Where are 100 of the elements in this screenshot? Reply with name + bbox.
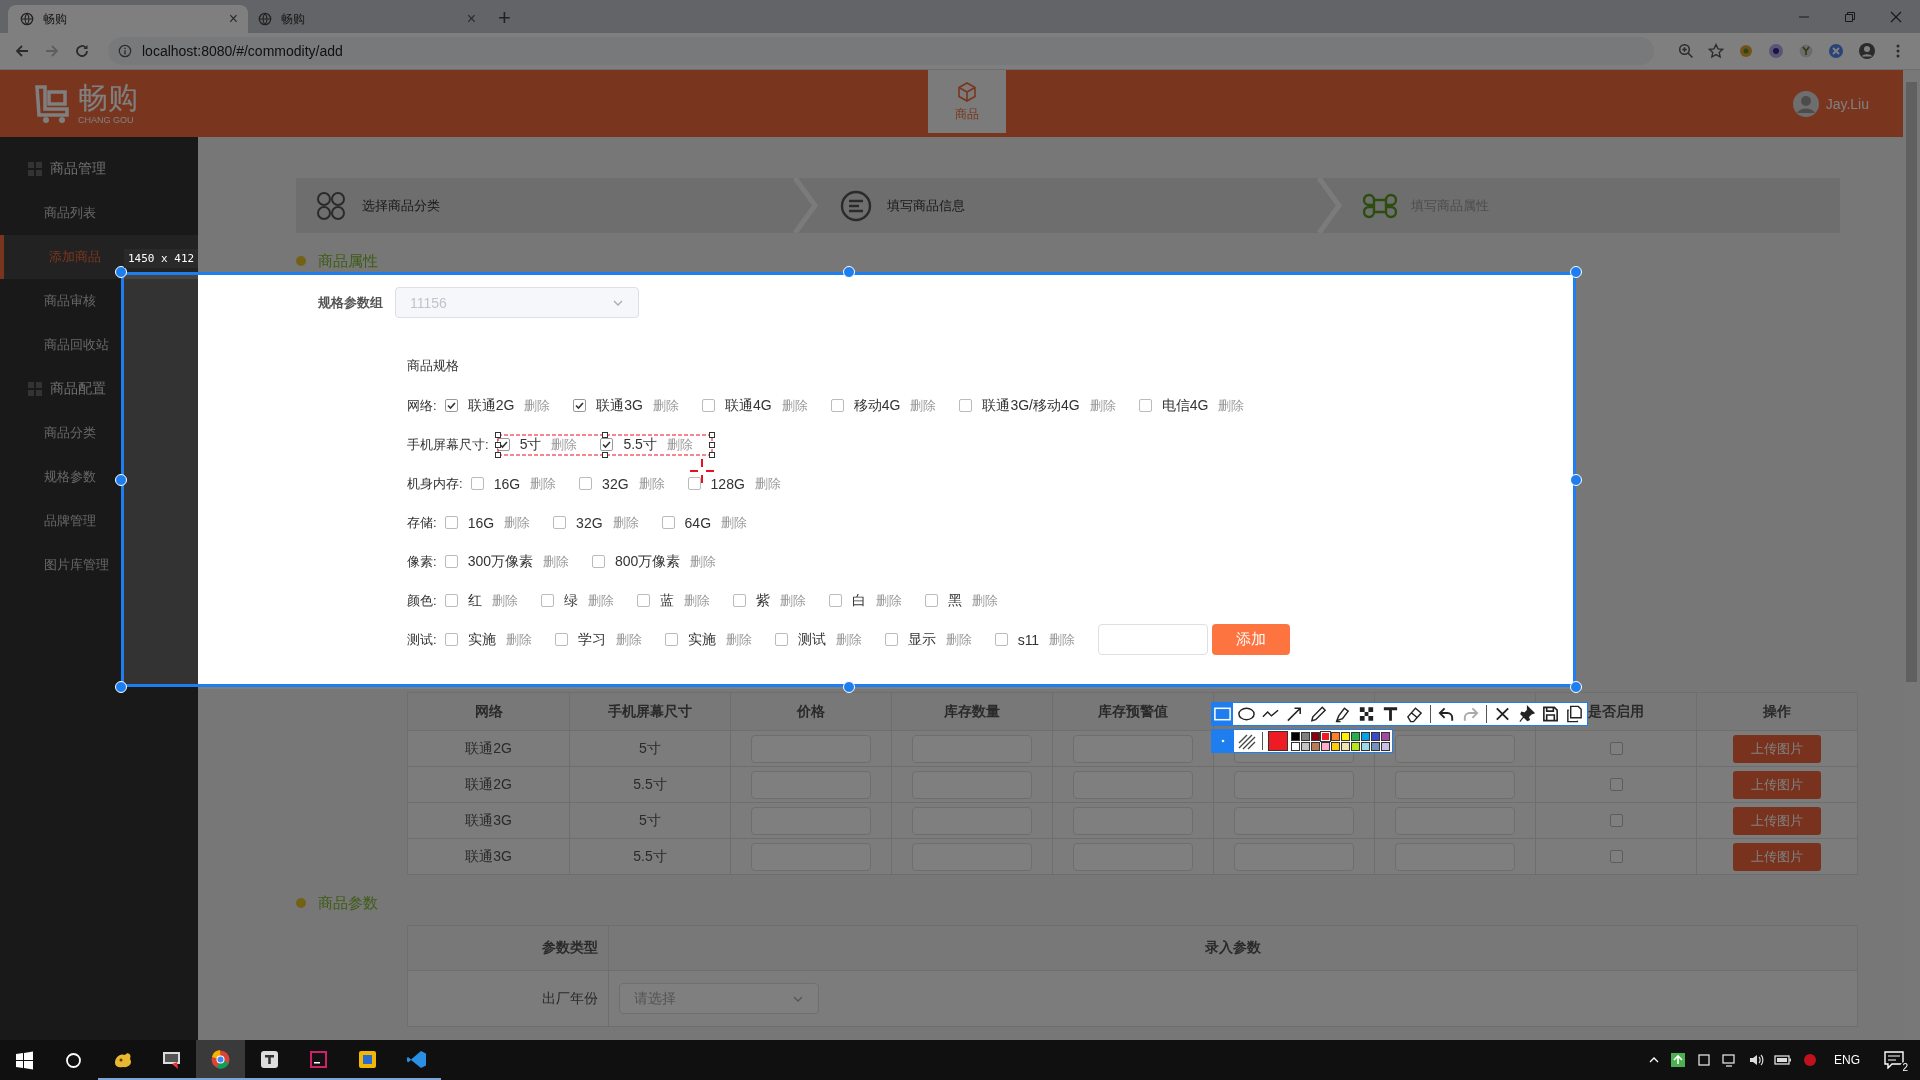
delete-link[interactable]: 删除 bbox=[653, 396, 679, 415]
color-swatch[interactable] bbox=[1371, 741, 1380, 751]
checkbox[interactable] bbox=[702, 399, 715, 412]
checkbox[interactable] bbox=[444, 594, 458, 607]
text-field[interactable] bbox=[1098, 624, 1209, 655]
delete-link[interactable]: 删除 bbox=[781, 396, 808, 415]
checkbox[interactable] bbox=[732, 594, 746, 607]
menu-item[interactable]: 规格参数 bbox=[0, 455, 198, 499]
language-indicator[interactable]: ENG bbox=[1834, 1053, 1860, 1067]
checkbox[interactable] bbox=[774, 633, 788, 646]
checkbox[interactable] bbox=[830, 399, 844, 412]
delete-link[interactable]: 删除 bbox=[754, 474, 781, 493]
delete-link[interactable]: 删除 bbox=[1218, 396, 1245, 415]
battery-icon[interactable] bbox=[1774, 1052, 1792, 1068]
delete-link[interactable]: 删除 bbox=[725, 630, 752, 649]
menu-item[interactable]: 商品列表 bbox=[0, 191, 198, 235]
color-swatch[interactable] bbox=[1341, 741, 1350, 751]
checkbox[interactable] bbox=[444, 516, 458, 529]
checkbox[interactable] bbox=[924, 594, 938, 607]
color-swatch[interactable] bbox=[1351, 741, 1360, 751]
rectangle-icon[interactable] bbox=[1212, 703, 1233, 725]
record-icon[interactable] bbox=[1802, 1052, 1818, 1068]
delete-link[interactable]: 删除 bbox=[666, 435, 693, 454]
color-swatch[interactable] bbox=[1301, 731, 1310, 741]
delete-link[interactable]: 删除 bbox=[504, 513, 531, 532]
color-swatch[interactable] bbox=[1381, 741, 1390, 751]
delete-link[interactable]: 删除 bbox=[551, 435, 578, 454]
delete-link[interactable]: 删除 bbox=[910, 396, 937, 415]
color-swatch[interactable] bbox=[1311, 741, 1320, 751]
menu-item[interactable]: 商品回收站 bbox=[0, 323, 198, 367]
checkbox[interactable] bbox=[470, 477, 484, 490]
delete-link[interactable]: 删除 bbox=[1049, 630, 1076, 649]
color-swatch[interactable] bbox=[1381, 731, 1390, 741]
checkbox[interactable] bbox=[687, 477, 701, 490]
user-name[interactable]: Jay.Liu bbox=[1825, 95, 1869, 112]
checkbox[interactable] bbox=[661, 516, 675, 529]
delete-link[interactable]: 删除 bbox=[1089, 396, 1116, 415]
delete-link[interactable]: 删除 bbox=[721, 513, 748, 532]
color-swatch[interactable] bbox=[1361, 741, 1370, 751]
color-swatch[interactable] bbox=[1361, 731, 1370, 741]
checkbox[interactable] bbox=[636, 594, 650, 607]
color-swatch[interactable] bbox=[1331, 741, 1340, 751]
delete-link[interactable]: 删除 bbox=[779, 591, 806, 610]
close-button[interactable]: × bbox=[228, 11, 238, 27]
checkbox[interactable] bbox=[444, 633, 458, 646]
color-swatch[interactable] bbox=[1311, 731, 1320, 741]
checkbox[interactable] bbox=[540, 594, 554, 607]
upload-icon[interactable] bbox=[1670, 1052, 1686, 1068]
window-icon[interactable] bbox=[1696, 1052, 1712, 1068]
checkbox[interactable] bbox=[573, 399, 587, 412]
color-swatch[interactable] bbox=[1291, 731, 1300, 741]
delete-link[interactable]: 删除 bbox=[835, 630, 862, 649]
checkbox[interactable] bbox=[444, 399, 458, 412]
color-swatch[interactable] bbox=[1371, 731, 1380, 741]
network-icon[interactable] bbox=[1722, 1052, 1738, 1068]
checkbox[interactable] bbox=[444, 555, 458, 568]
delete-link[interactable]: 删除 bbox=[612, 513, 639, 532]
menu-item[interactable]: 品牌管理 bbox=[0, 499, 198, 543]
copy-icon[interactable] bbox=[1564, 703, 1585, 725]
color-swatch[interactable] bbox=[1321, 741, 1330, 751]
delete-link[interactable]: 删除 bbox=[530, 474, 557, 493]
delete-link[interactable]: 删除 bbox=[971, 591, 998, 610]
checkbox[interactable] bbox=[1138, 399, 1152, 412]
checkbox[interactable] bbox=[664, 633, 678, 646]
delete-link[interactable]: 删除 bbox=[505, 630, 532, 649]
delete-link[interactable]: 删除 bbox=[683, 591, 710, 610]
menu-item[interactable]: 图片库管理 bbox=[0, 543, 198, 587]
delete-link[interactable]: 删除 bbox=[638, 474, 665, 493]
delete-link[interactable]: 删除 bbox=[615, 630, 642, 649]
menu-item[interactable]: 商品审核 bbox=[0, 279, 198, 323]
checkbox[interactable] bbox=[592, 555, 605, 568]
checkbox[interactable] bbox=[884, 633, 898, 646]
checkbox[interactable] bbox=[553, 516, 567, 529]
menu-item[interactable]: 商品分类 bbox=[0, 411, 198, 455]
new-tab-button[interactable]: + bbox=[484, 7, 511, 33]
delete-link[interactable]: 删除 bbox=[491, 591, 518, 610]
current-color-swatch[interactable] bbox=[1268, 731, 1288, 751]
color-swatch[interactable] bbox=[1331, 731, 1340, 741]
close-button[interactable]: × bbox=[466, 11, 476, 27]
delete-link[interactable]: 删除 bbox=[543, 552, 569, 571]
speaker-icon[interactable] bbox=[1748, 1052, 1764, 1068]
checkbox[interactable] bbox=[600, 438, 614, 451]
checkbox[interactable] bbox=[828, 594, 842, 607]
add-button[interactable]: 添加 bbox=[1212, 624, 1291, 655]
checkbox[interactable] bbox=[579, 477, 593, 490]
color-swatch[interactable] bbox=[1341, 731, 1350, 741]
delete-link[interactable]: 删除 bbox=[524, 396, 551, 415]
delete-link[interactable]: 删除 bbox=[587, 591, 614, 610]
annotation-rectangle[interactable] bbox=[494, 431, 716, 459]
checkbox[interactable] bbox=[959, 399, 973, 412]
color-swatch[interactable] bbox=[1351, 731, 1360, 741]
notification-icon[interactable] bbox=[1884, 1051, 1904, 1069]
checkbox[interactable] bbox=[994, 633, 1008, 646]
taskbar-button[interactable] bbox=[196, 1040, 245, 1080]
checkbox[interactable] bbox=[554, 633, 568, 646]
delete-link[interactable]: 删除 bbox=[945, 630, 972, 649]
color-swatch[interactable] bbox=[1291, 741, 1300, 751]
delete-link[interactable]: 删除 bbox=[875, 591, 902, 610]
color-swatch[interactable] bbox=[1301, 741, 1310, 751]
delete-link[interactable]: 删除 bbox=[690, 552, 717, 571]
